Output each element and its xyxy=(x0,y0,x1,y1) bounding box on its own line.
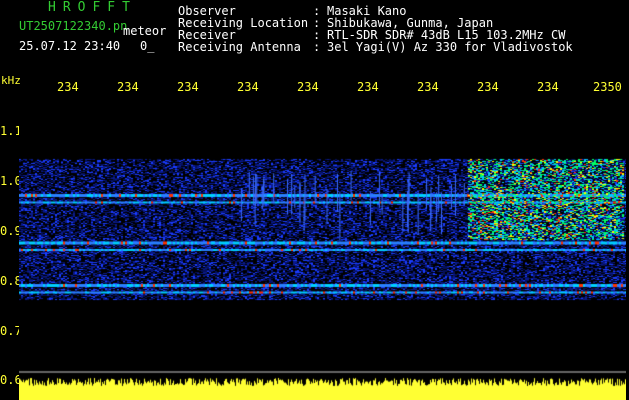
x-tick-label: 234 xyxy=(237,80,259,94)
x-tick-label: 234 xyxy=(477,80,499,94)
x-tick-label: 234 xyxy=(357,80,379,94)
spectrogram-page: { "header": { "title": "HROFFT", "filena… xyxy=(0,0,629,400)
y-axis-unit: kHz xyxy=(1,74,21,87)
capture-datetime: 25.07.12 23:40 xyxy=(19,39,121,53)
counter-value: 0_ xyxy=(140,39,155,53)
x-tick-label: 234 xyxy=(417,80,439,94)
x-tick-label: 234 xyxy=(57,80,79,94)
antenna-value: 3el Yagi(V) Az 330 for Vladivostok xyxy=(327,40,573,54)
spectrogram-heatmap xyxy=(19,100,626,400)
app-title: HROFFT xyxy=(48,0,137,15)
x-tick-label: 234 xyxy=(117,80,139,94)
file-suffix: meteor xyxy=(123,24,167,38)
x-tick-label: 234 xyxy=(177,80,199,94)
antenna-colon: : xyxy=(313,40,321,54)
x-tick-label: 234 xyxy=(297,80,319,94)
antenna-label: Receiving Antenna xyxy=(178,40,301,54)
x-tick-label: 2350 xyxy=(593,80,622,94)
x-tick-label: 234 xyxy=(537,80,559,94)
file-name: UT2507122340.pn xyxy=(19,19,128,33)
